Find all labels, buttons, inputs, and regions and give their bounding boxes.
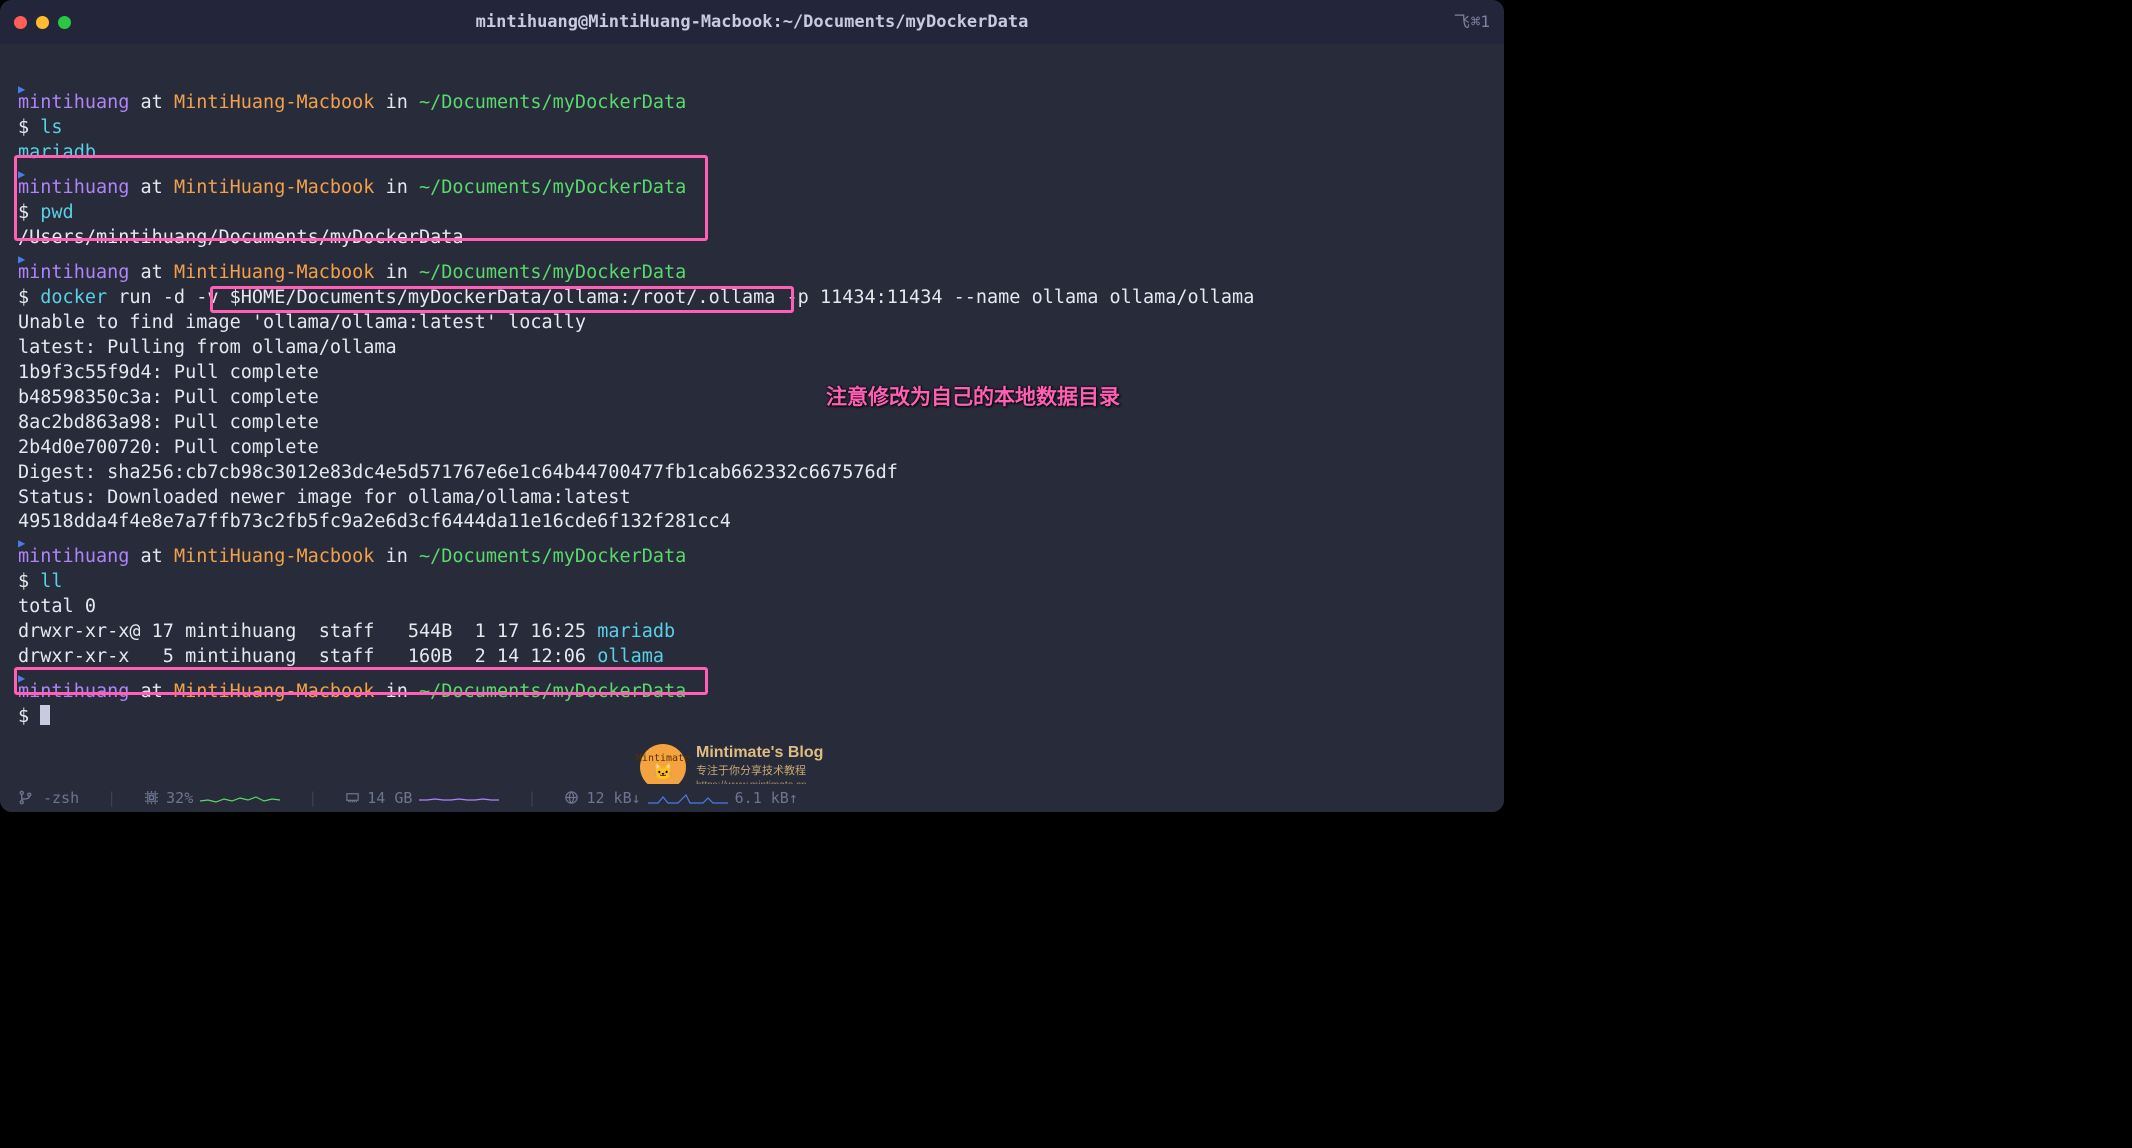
window-title: mintihuang@MintiHuang-Macbook:~/Document… (0, 11, 1504, 34)
status-net-up: 6.1 kB↑ (735, 788, 798, 808)
docker-output-line: Digest: sha256:cb7cb98c3012e83dc4e5d5717… (18, 462, 898, 483)
docker-output-line: Status: Downloaded newer image for ollam… (18, 487, 631, 508)
terminal-body[interactable]: ▶mintihuang at MintiHuang-Macbook in ~/D… (0, 44, 1504, 755)
branch-icon (18, 788, 33, 808)
memory-icon (345, 788, 360, 808)
prompt-arrow-icon: ▶ (18, 535, 1486, 545)
docker-output-line: Unable to find image 'ollama/ollama:late… (18, 312, 586, 333)
status-memory: 14 GB (367, 788, 412, 808)
docker-output-line: latest: Pulling from ollama/ollama (18, 337, 397, 358)
titlebar: mintihuang@MintiHuang-Macbook:~/Document… (0, 0, 1504, 44)
maximize-icon[interactable] (58, 16, 71, 29)
command-pwd: pwd (40, 202, 73, 223)
cursor-icon (40, 705, 50, 725)
ls-output: mariadb (18, 142, 96, 163)
prompt-path: ~/Documents/myDockerData (419, 92, 686, 113)
prompt-user: mintihuang (18, 92, 129, 113)
command-ll: ll (40, 571, 62, 592)
close-icon[interactable] (14, 16, 27, 29)
prompt-arrow-icon: ▶ (18, 81, 1486, 91)
docker-output-line: 1b9f3c55f9d4: Pull complete (18, 362, 319, 383)
watermark-subtitle: 专注于你分享技术教程 (696, 764, 823, 779)
docker-output-line: 2b4d0e700720: Pull complete (18, 437, 319, 458)
status-net-down: 12 kB↓ (586, 788, 640, 808)
net-chart-icon (648, 791, 728, 805)
cpu-icon (144, 788, 159, 808)
traffic-lights (14, 16, 71, 29)
minimize-icon[interactable] (36, 16, 49, 29)
network-icon (564, 788, 579, 808)
docker-output-line: 8ac2bd863a98: Pull complete (18, 412, 319, 433)
ll-dir-name: ollama (597, 646, 664, 667)
terminal-window: mintihuang@MintiHuang-Macbook:~/Document… (0, 0, 1504, 812)
ll-dir-name: mariadb (597, 621, 675, 642)
prompt-arrow-icon: ▶ (18, 251, 1486, 261)
docker-volume-arg: $HOME/Documents/myDockerData/ollama:/roo… (230, 287, 776, 308)
docker-output-line: b48598350c3a: Pull complete (18, 387, 319, 408)
ll-row: drwxr-xr-x@ 17 mintihuang staff 544B 1 1… (18, 621, 597, 642)
ll-row: drwxr-xr-x 5 mintihuang staff 160B 2 14 … (18, 646, 597, 667)
status-cpu: 32% (166, 788, 193, 808)
pwd-output: /Users/mintihuang/Documents/myDockerData (18, 227, 464, 248)
mem-chart-icon (419, 791, 499, 805)
prompt-arrow-icon: ▶ (18, 166, 1486, 176)
docker-output-line: 49518dda4f4e8e7a7ffb73c2fb5fc9a2e6d3cf64… (18, 511, 731, 532)
prompt-host: MintiHuang-Macbook (174, 92, 374, 113)
window-shortcut-hint: 飞⌘1 (1454, 11, 1490, 33)
prompt-arrow-icon: ▶ (18, 670, 1486, 680)
cpu-chart-icon (200, 791, 280, 805)
command-docker: docker (40, 287, 107, 308)
status-shell: -zsh (43, 788, 79, 808)
ll-total: total 0 (18, 596, 96, 617)
command-ls: ls (40, 117, 62, 138)
statusbar: -zsh | 32% | 14 GB (0, 784, 1504, 812)
